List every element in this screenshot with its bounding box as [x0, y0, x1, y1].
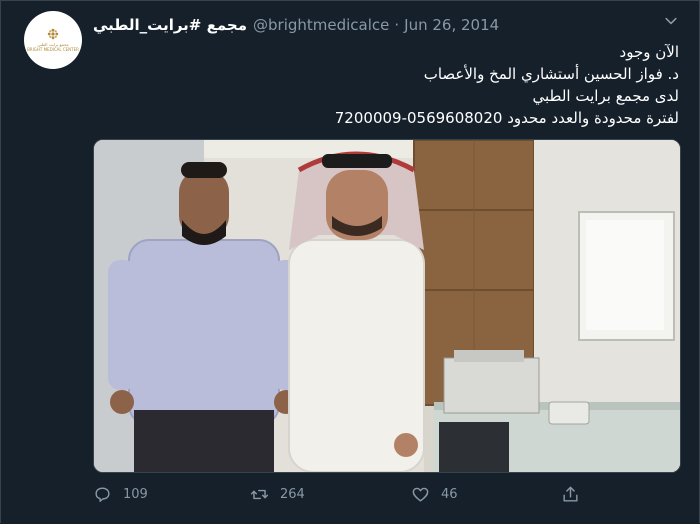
- user-handle[interactable]: @brightmedicalce: [253, 16, 389, 34]
- tweet-photo[interactable]: [93, 139, 681, 473]
- tweet-text-line: الآن وجود: [619, 43, 679, 61]
- chevron-down-icon[interactable]: [661, 11, 681, 31]
- tweet-header: مجمع #برايت_الطبي @brightmedicalce · Jun…: [93, 13, 499, 37]
- retweet-count: 264: [280, 486, 305, 502]
- reply-count: 109: [123, 486, 148, 502]
- avatar-logo-text-en: BRIGHT MEDICAL CENTER: [27, 47, 79, 52]
- retweet-icon: [250, 489, 269, 499]
- tweet-actions: 109 264 46: [93, 481, 593, 507]
- logo-flower-icon: [47, 28, 59, 40]
- tweet-text-line: لدى مجمع برايت الطبي: [532, 87, 679, 105]
- tweet-card[interactable]: مجمع برايت الطبي BRIGHT MEDICAL CENTER م…: [0, 0, 700, 523]
- header-separator: ·: [394, 16, 400, 34]
- avatar[interactable]: مجمع برايت الطبي BRIGHT MEDICAL CENTER: [24, 11, 82, 69]
- heart-icon: [412, 487, 429, 502]
- photo-two-men-in-clinic: [94, 140, 680, 472]
- tweet-text: الآن وجود د. فواز الحسين أستشاري المخ وا…: [291, 41, 679, 129]
- like-count: 46: [441, 486, 458, 502]
- like-button[interactable]: 46: [411, 481, 458, 507]
- share-icon: [563, 486, 578, 502]
- display-name[interactable]: مجمع #برايت_الطبي: [93, 16, 247, 34]
- retweet-button[interactable]: 264: [250, 481, 305, 507]
- reply-button[interactable]: 109: [93, 481, 148, 507]
- reply-icon: [95, 486, 110, 502]
- tweet-text-line: لفترة محدودة والعدد محدود 0569608020-720…: [334, 109, 679, 127]
- tweet-text-line: د. فواز الحسين أستشاري المخ والأعصاب: [423, 65, 679, 83]
- share-button[interactable]: [561, 481, 591, 507]
- tweet-date[interactable]: Jun 26, 2014: [404, 16, 499, 34]
